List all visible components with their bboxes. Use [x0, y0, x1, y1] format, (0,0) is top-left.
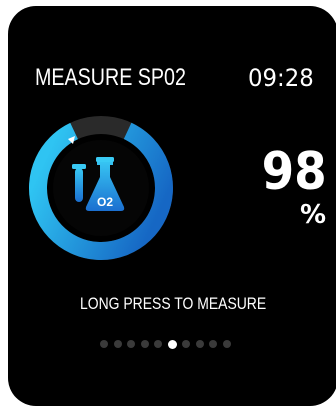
flask-label: O2: [97, 195, 113, 209]
page-dot: [195, 340, 204, 348]
page-dot: [100, 340, 108, 348]
page-dot: [127, 340, 135, 348]
watch-screen[interactable]: MEASURE SP02 09:28 O2 98 % LONG PRESS TO…: [8, 6, 336, 406]
page-dot: [222, 340, 231, 348]
instruction-text: LONG PRESS TO MEASURE: [80, 294, 267, 313]
page-dot: [113, 340, 122, 348]
page-dot: [167, 339, 177, 349]
page-title: MEASURE SP02: [35, 64, 186, 91]
spo2-value: 98: [261, 142, 327, 202]
clock-time: 09:28: [248, 64, 314, 92]
page-dot: [209, 340, 217, 348]
page-dot: [182, 340, 190, 348]
page-dot: [140, 340, 149, 348]
page-dot: [154, 340, 162, 348]
spo2-unit: %: [300, 200, 327, 230]
page-indicator: [100, 339, 231, 349]
spo2-progress-ring[interactable]: O2: [27, 114, 175, 262]
